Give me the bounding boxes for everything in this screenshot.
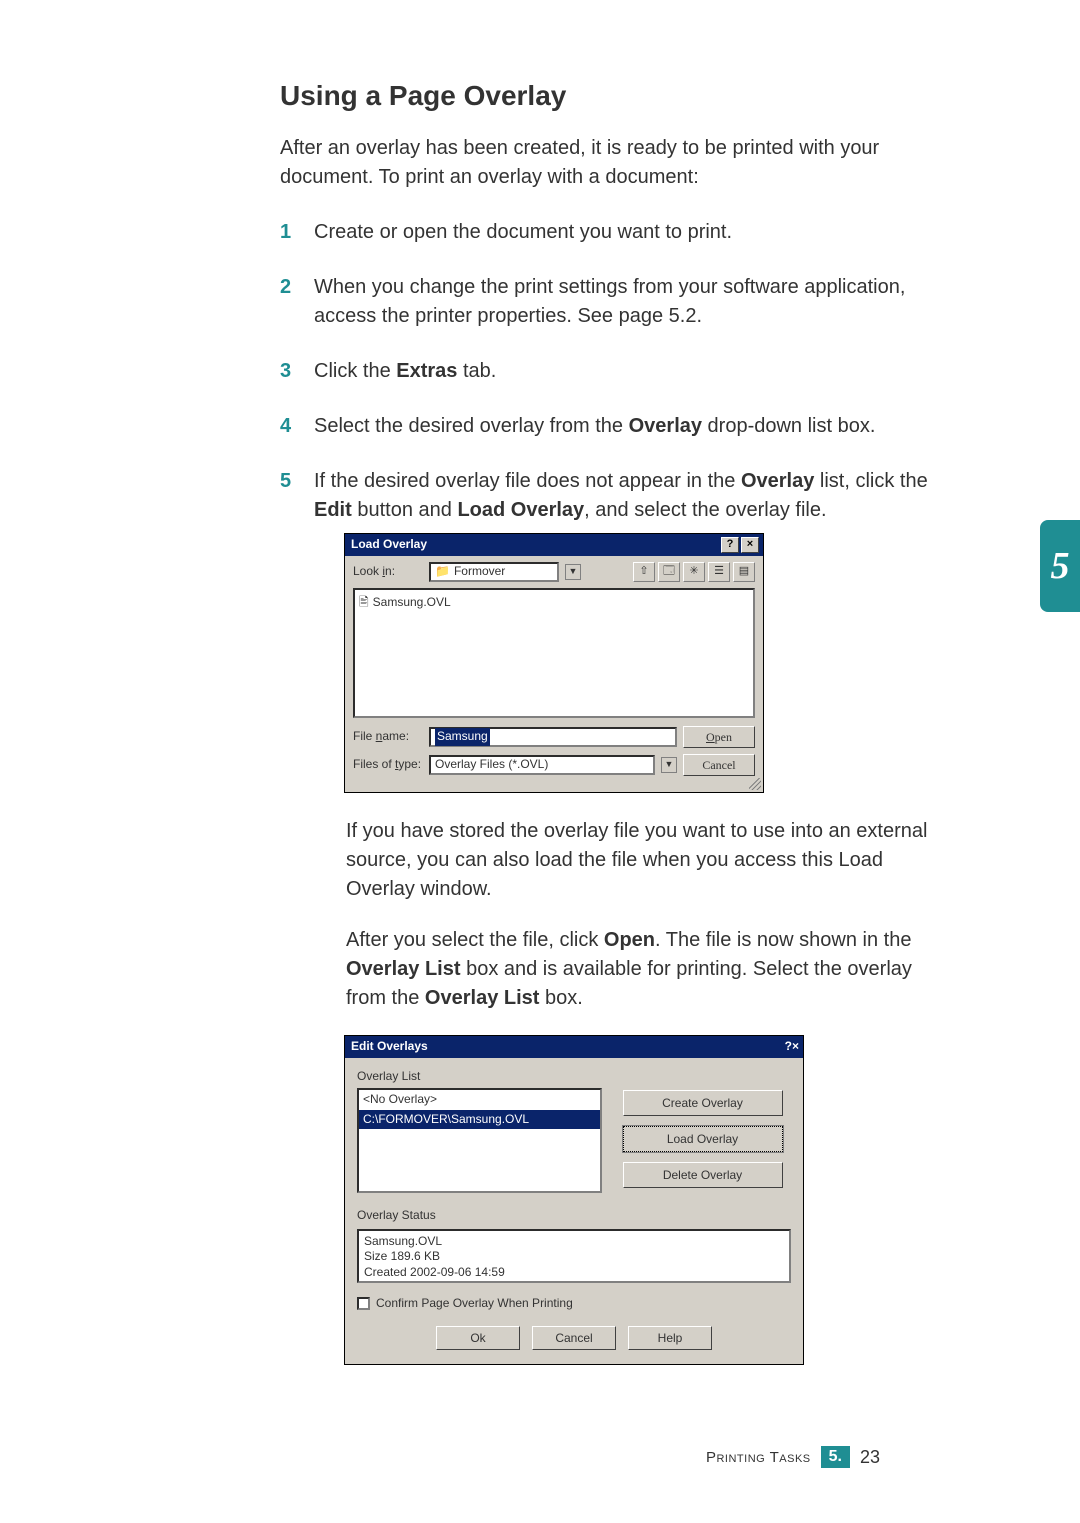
cancel-button[interactable]: Cancel: [683, 754, 755, 776]
overlay-status-label: Overlay Status: [357, 1207, 791, 1224]
footer-chapter-badge: 5.: [821, 1446, 850, 1468]
help-button[interactable]: ?: [785, 1038, 792, 1055]
status-line-3: Created 2002-09-06 14:59: [364, 1265, 784, 1281]
step-2-number: 2: [280, 273, 291, 302]
chapter-tab: 5: [1040, 520, 1080, 612]
close-button[interactable]: ×: [741, 537, 759, 553]
close-button[interactable]: ×: [792, 1038, 799, 1055]
new-folder-icon[interactable]: ✳: [683, 562, 705, 582]
step-3-text-a: Click the: [314, 360, 396, 382]
step-1-number: 1: [280, 218, 291, 247]
file-item[interactable]: Samsung.OVL: [359, 594, 749, 611]
load-overlay-button[interactable]: Load Overlay: [623, 1126, 783, 1152]
edit-overlays-titlebar: Edit Overlays ? ×: [345, 1036, 803, 1058]
ok-button[interactable]: Ok: [436, 1326, 520, 1350]
delete-overlay-button[interactable]: Delete Overlay: [623, 1162, 783, 1188]
step-5-number: 5: [280, 467, 291, 496]
step-4-text-c: drop-down list box.: [702, 415, 875, 437]
step-5-f: Load Overlay: [457, 499, 584, 521]
filesoftype-label: Files of type:: [353, 756, 423, 773]
filename-label: File name:: [353, 728, 423, 745]
list-view-icon[interactable]: ☰: [708, 562, 730, 582]
step-3-text-c: tab.: [457, 360, 496, 382]
overlay-list-item[interactable]: <No Overlay>: [359, 1090, 600, 1109]
step-5-a: If the desired overlay file does not app…: [314, 470, 741, 492]
desktop-icon[interactable]: 🗔: [658, 562, 680, 582]
step-5-c: list, click the: [814, 470, 927, 492]
step-4: 4 Select the desired overlay from the Ove…: [280, 412, 930, 441]
file-list-pane[interactable]: Samsung.OVL: [353, 588, 755, 718]
step-4-bold: Overlay: [629, 415, 702, 437]
filesoftype-value: Overlay Files (*.OVL): [435, 756, 548, 773]
after-paragraph-1: If you have stored the overlay file you …: [346, 817, 930, 904]
overlay-list-item-selected[interactable]: C:\FORMOVER\Samsung.OVL: [359, 1110, 600, 1129]
after-paragraph-2: After you select the file, click Open. T…: [346, 926, 930, 1013]
resize-grip-icon[interactable]: [749, 778, 761, 790]
overlay-listbox[interactable]: <No Overlay> C:\FORMOVER\Samsung.OVL: [357, 1088, 602, 1193]
document-icon: [359, 594, 369, 611]
up-one-level-icon[interactable]: ⇧: [633, 562, 655, 582]
footer-page-number: 23: [860, 1447, 880, 1468]
edit-overlays-title: Edit Overlays: [351, 1038, 428, 1055]
step-5-b: Overlay: [741, 470, 814, 492]
load-overlay-dialog: Load Overlay ? × Look in: Formover ▼ ⇧ 🗔…: [344, 533, 764, 793]
filesoftype-dropdown[interactable]: Overlay Files (*.OVL): [429, 755, 655, 775]
step-3-bold: Extras: [396, 360, 457, 382]
cancel-button[interactable]: Cancel: [532, 1326, 616, 1350]
step-3-number: 3: [280, 357, 291, 386]
step-1: 1 Create or open the document you want to…: [280, 218, 930, 247]
file-item-name: Samsung.OVL: [373, 594, 451, 611]
help-button[interactable]: ?: [721, 537, 739, 553]
step-5-d: Edit: [314, 499, 352, 521]
step-2-text: When you change the print settings from …: [314, 276, 905, 327]
filename-input[interactable]: Samsung: [429, 727, 677, 747]
status-line-2: Size 189.6 KB: [364, 1249, 784, 1265]
status-line-1: Samsung.OVL: [364, 1234, 784, 1250]
page-footer: Printing Tasks 5. 23: [706, 1446, 880, 1468]
filename-value: Samsung: [435, 728, 490, 745]
chevron-down-icon[interactable]: ▼: [661, 757, 677, 773]
chapter-number: 5: [1051, 544, 1070, 588]
step-5: 5 If the desired overlay file does not ap…: [280, 467, 930, 1365]
overlay-list-label: Overlay List: [357, 1068, 791, 1085]
chevron-down-icon[interactable]: ▼: [565, 564, 581, 580]
details-view-icon[interactable]: ▤: [733, 562, 755, 582]
intro-paragraph: After an overlay has been created, it is…: [280, 134, 920, 192]
load-overlay-title: Load Overlay: [351, 536, 427, 553]
step-3: 3 Click the Extras tab.: [280, 357, 930, 386]
confirm-overlay-label: Confirm Page Overlay When Printing: [376, 1295, 573, 1312]
folder-icon: [435, 563, 450, 580]
step-4-number: 4: [280, 412, 291, 441]
lookin-dropdown[interactable]: Formover: [429, 562, 559, 582]
lookin-value: Formover: [454, 563, 505, 580]
confirm-overlay-checkbox[interactable]: [357, 1297, 370, 1310]
step-5-g: , and select the overlay file.: [584, 499, 826, 521]
step-4-text-a: Select the desired overlay from the: [314, 415, 629, 437]
create-overlay-button[interactable]: Create Overlay: [623, 1090, 783, 1116]
help-button[interactable]: Help: [628, 1326, 712, 1350]
footer-section: Printing Tasks: [706, 1449, 811, 1466]
step-5-e: button and: [352, 499, 458, 521]
page-title: Using a Page Overlay: [280, 80, 1010, 112]
step-2: 2 When you change the print settings from…: [280, 273, 930, 331]
load-overlay-titlebar: Load Overlay ? ×: [345, 534, 763, 556]
open-button[interactable]: Open: [683, 726, 755, 748]
lookin-label: Look in:: [353, 563, 423, 580]
step-1-text: Create or open the document you want to …: [314, 221, 732, 243]
overlay-status-box: Samsung.OVL Size 189.6 KB Created 2002-0…: [357, 1229, 791, 1283]
edit-overlays-dialog: Edit Overlays ? × Overlay List <No Overl…: [344, 1035, 804, 1365]
